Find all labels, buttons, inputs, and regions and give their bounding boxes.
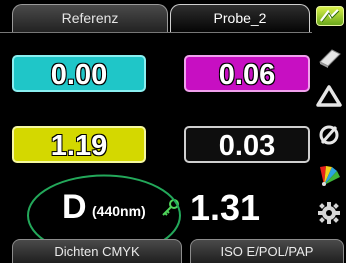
device-screen: Referenz Probe_2 0.00 0.06 1.19 0.03 D (…	[0, 0, 346, 263]
battery-icon	[316, 6, 344, 26]
tab-referenz[interactable]: Referenz	[12, 4, 168, 32]
tab-bar: Referenz Probe_2	[0, 0, 346, 34]
tab-divider	[0, 32, 312, 33]
density-value: 1.31	[190, 187, 261, 228]
black-density-field: 0.03	[184, 126, 310, 163]
standard-button[interactable]: ISO E/POL/PAP	[190, 239, 344, 263]
cyan-density-field: 0.00	[12, 55, 146, 92]
density-mode-button[interactable]: Dichten CMYK	[12, 239, 182, 263]
tab-probe-2[interactable]: Probe_2	[170, 4, 310, 32]
magenta-density-field: 0.06	[184, 55, 310, 92]
color-fan-icon[interactable]	[314, 161, 344, 187]
arrow-icon[interactable]	[314, 44, 344, 70]
yellow-density-field: 1.19	[12, 126, 146, 163]
triangle-icon[interactable]	[314, 83, 344, 109]
gear-icon[interactable]	[314, 200, 344, 226]
no-filter-icon[interactable]	[314, 122, 344, 148]
